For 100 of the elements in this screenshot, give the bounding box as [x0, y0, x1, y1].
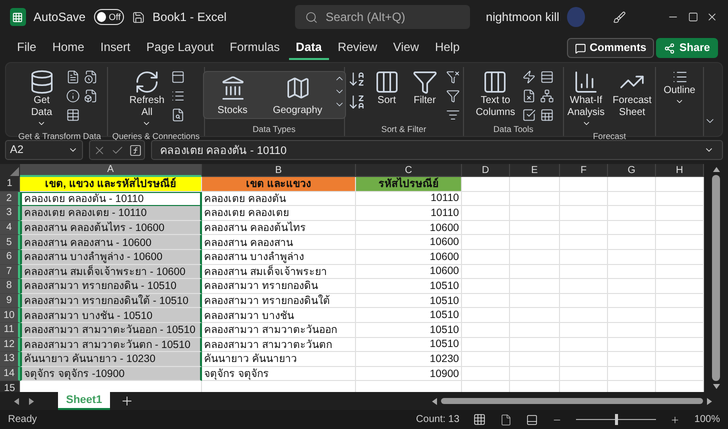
row-header[interactable]: 8 [0, 279, 20, 294]
empty-cell [560, 264, 608, 280]
scroll-right-icon[interactable] [707, 398, 712, 404]
table-cell: จตุจักร จตุจักร -10900 [20, 366, 202, 382]
empty-cell [560, 322, 608, 338]
add-sheet-icon[interactable] [120, 394, 134, 408]
gallery-item[interactable]: Stocks [204, 72, 262, 118]
ribbon-button[interactable]: Get Data [22, 67, 62, 130]
table-cell: เขต และแขวง [202, 177, 356, 192]
ribbon-button[interactable]: Refresh All [126, 67, 167, 130]
ribbon-button[interactable]: Forecast Sheet [610, 67, 654, 121]
row-header[interactable]: 11 [0, 322, 20, 338]
column-header[interactable]: H [656, 164, 704, 177]
formula-field[interactable]: คลองเตย คลองตัน - 10110 [151, 140, 723, 160]
search-field[interactable]: Search (Alt+Q) [294, 5, 470, 29]
row-header[interactable]: 2 [0, 192, 20, 206]
row-header[interactable]: 3 [0, 206, 20, 221]
menu-tab[interactable]: View [386, 36, 426, 60]
next-sheet-icon[interactable] [29, 398, 34, 404]
page-layout-icon[interactable] [500, 414, 512, 426]
share-icon [664, 42, 676, 54]
menu-tab[interactable]: Insert [93, 36, 138, 60]
remove-duplicates-icon[interactable] [522, 89, 536, 103]
sort-ascending-icon[interactable] [348, 70, 366, 88]
menu-tab[interactable]: Help [428, 36, 467, 60]
zoom-in-icon[interactable] [670, 414, 680, 424]
column-header[interactable]: E [510, 164, 560, 177]
menu-tab[interactable]: File [10, 36, 44, 60]
advanced-filter-icon[interactable] [446, 108, 460, 122]
info-icon[interactable] [66, 89, 80, 103]
row-header[interactable]: 1 [0, 177, 20, 192]
row-header[interactable]: 13 [0, 352, 20, 367]
group-label: Get & Transform Data [18, 130, 101, 143]
row-header[interactable]: 12 [0, 338, 20, 352]
menu-tab[interactable]: Formulas [222, 36, 287, 60]
validation-icon[interactable] [522, 108, 536, 122]
column-header[interactable]: F [560, 164, 608, 177]
column-header[interactable]: C [356, 164, 462, 177]
autosave-toggle[interactable]: Off [94, 9, 124, 25]
ribbon-button[interactable]: Outline [659, 67, 700, 108]
menu-tab[interactable]: Data [288, 36, 329, 60]
database-icon[interactable] [28, 69, 55, 95]
empty-cell [608, 192, 656, 206]
ribbon-button[interactable]: What-If Analysis [565, 67, 607, 130]
clock-file-icon[interactable] [84, 70, 98, 84]
scroll-down-icon[interactable] [712, 384, 720, 389]
box-file-icon[interactable] [84, 89, 98, 103]
menu-tab[interactable]: Review [330, 36, 384, 60]
clear-filter-icon[interactable] [446, 70, 460, 84]
sort-descending-icon[interactable] [348, 93, 366, 111]
scroll-left-icon[interactable] [432, 398, 437, 404]
previous-sheet-icon[interactable] [14, 398, 19, 404]
filter-icon[interactable] [412, 69, 438, 95]
column-header[interactable]: B [202, 164, 356, 177]
horizontal-scrollbar[interactable] [432, 396, 712, 406]
share-button[interactable]: Share [656, 38, 718, 58]
row-header[interactable]: 4 [0, 220, 20, 236]
panel-icon[interactable] [170, 70, 185, 84]
normal-view-icon[interactable] [473, 413, 486, 426]
brush-icon[interactable] [612, 10, 626, 24]
empty-cell [510, 338, 560, 352]
scroll-up-icon[interactable] [712, 167, 720, 172]
table-icon[interactable] [66, 108, 80, 122]
relationships-icon[interactable] [540, 89, 554, 103]
column-header[interactable]: G [608, 164, 656, 177]
table-cell: คลองสามวา สามวาตะวันตก [202, 338, 356, 352]
comments-button[interactable]: Comments [566, 38, 654, 58]
function-icon[interactable] [128, 144, 142, 156]
sheet-icon[interactable] [540, 108, 554, 122]
menu-tab[interactable]: Home [45, 36, 92, 60]
row-header[interactable]: 9 [0, 294, 20, 308]
column-header[interactable]: D [462, 164, 510, 177]
file-icon[interactable] [66, 70, 80, 84]
row-header[interactable]: 14 [0, 366, 20, 382]
row-header[interactable]: 6 [0, 250, 20, 265]
flash-fill-icon[interactable] [522, 70, 536, 84]
ribbon-button[interactable]: Text to Columns [472, 67, 518, 121]
table-cell: คลองสาน บางลำพูล่าง - 10600 [20, 250, 202, 265]
row-header[interactable]: 7 [0, 264, 20, 280]
save-icon[interactable] [132, 10, 145, 24]
bank-icon[interactable] [220, 74, 246, 100]
zoom-thumb[interactable] [614, 414, 618, 425]
map-icon[interactable] [284, 74, 311, 100]
ribbon-button[interactable]: Filter [408, 67, 442, 109]
maximize-icon[interactable] [688, 11, 698, 23]
name-box[interactable]: A2 [5, 140, 83, 160]
text-to-columns-icon[interactable] [482, 69, 508, 95]
zoom-level[interactable]: 100% [694, 414, 720, 425]
file-search-icon[interactable] [170, 108, 185, 122]
row-header[interactable]: 15 [0, 381, 20, 392]
consolidate-icon[interactable] [540, 70, 554, 84]
menu-tab[interactable]: Page Layout [139, 36, 221, 60]
column-header[interactable]: A [20, 164, 202, 177]
gallery-item[interactable]: Geography [262, 72, 334, 118]
refresh-icon[interactable] [134, 69, 160, 95]
ribbon-button[interactable]: Sort [370, 67, 404, 109]
row-header[interactable]: 10 [0, 308, 20, 323]
reapply-icon[interactable] [446, 89, 460, 103]
row-header[interactable]: 5 [0, 235, 20, 250]
page-break-icon[interactable] [526, 414, 538, 426]
